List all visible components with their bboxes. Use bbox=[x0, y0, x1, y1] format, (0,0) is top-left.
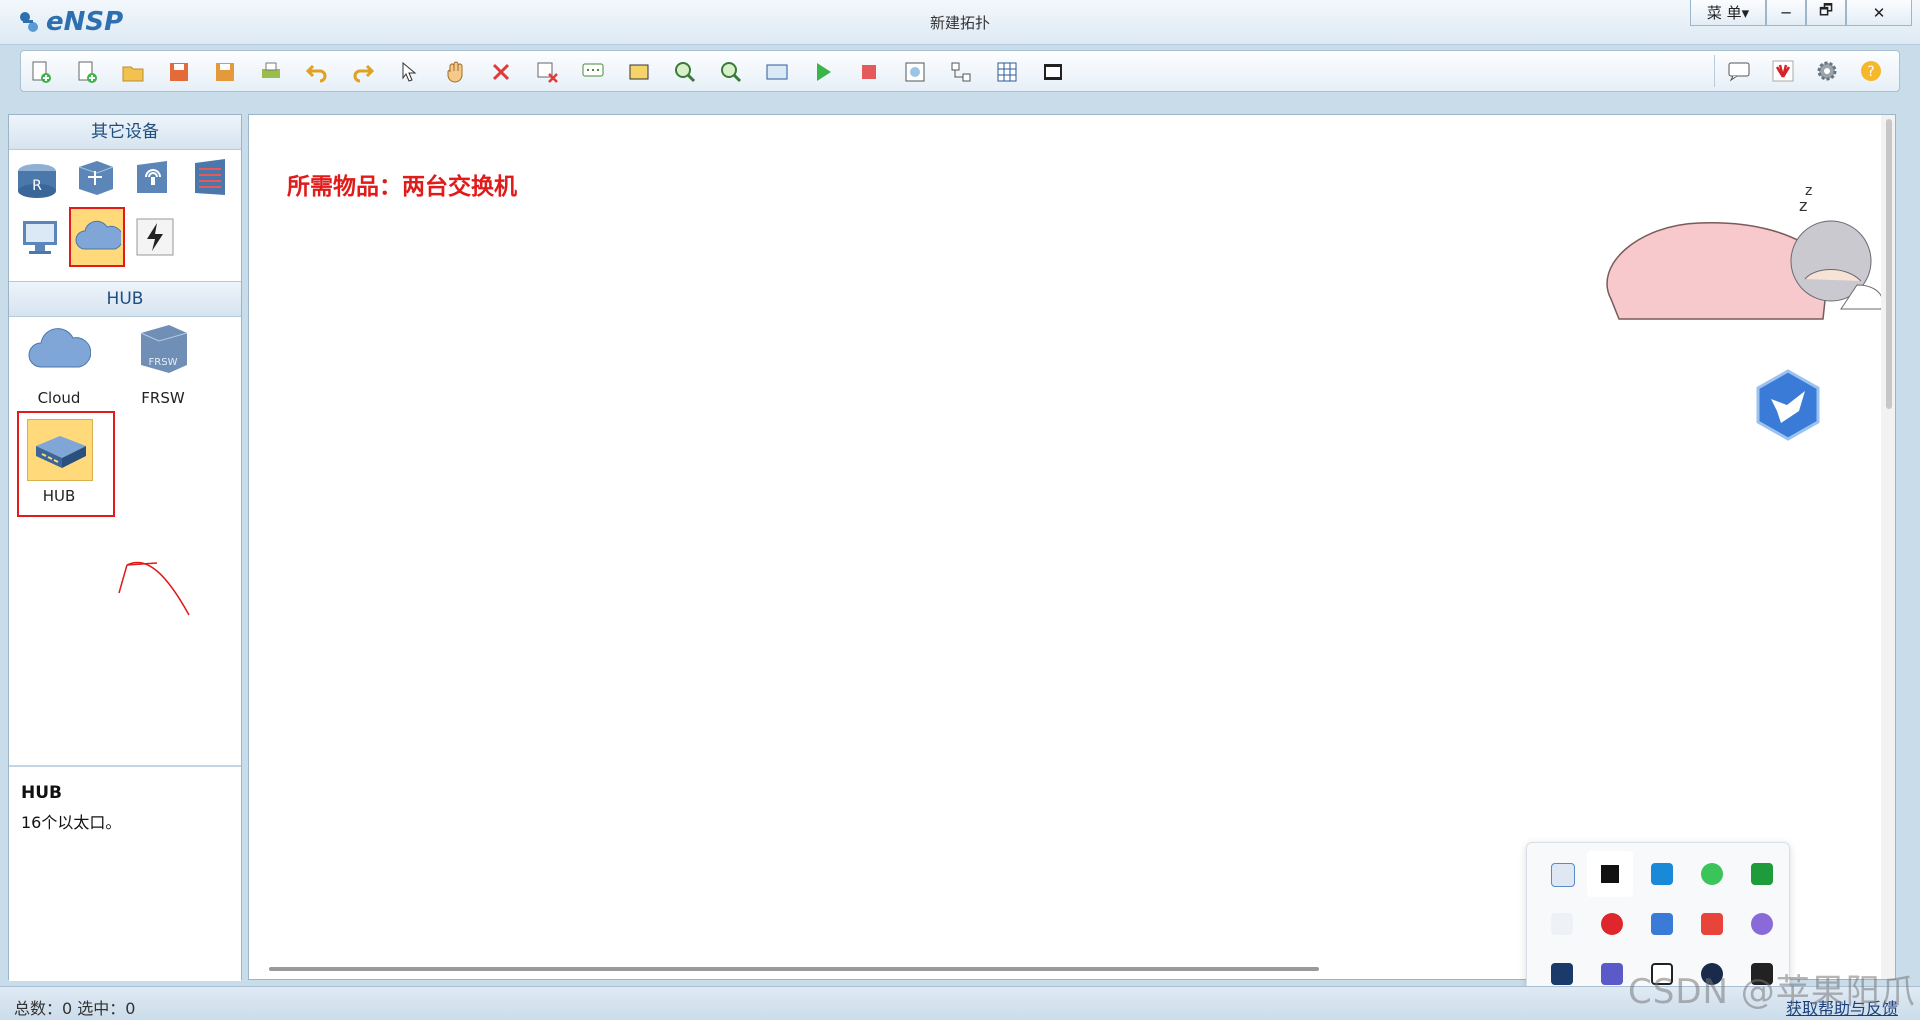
wireless-ap-icon[interactable] bbox=[131, 155, 175, 199]
new-lab-icon[interactable] bbox=[75, 60, 99, 84]
hub-device-button[interactable] bbox=[27, 419, 93, 481]
minimize-button[interactable]: ─ bbox=[1766, 0, 1806, 26]
stop-device-icon[interactable] bbox=[857, 60, 881, 84]
hand-move-icon[interactable] bbox=[443, 60, 467, 84]
tray-app-icon-1[interactable] bbox=[1551, 863, 1575, 887]
wechat-icon[interactable] bbox=[1701, 863, 1723, 885]
start-device-icon[interactable] bbox=[811, 60, 835, 84]
description-title: HUB bbox=[21, 783, 62, 803]
topology-icon[interactable] bbox=[949, 60, 973, 84]
redo-icon[interactable] bbox=[351, 60, 375, 84]
hand-drawn-arrow bbox=[118, 561, 190, 616]
toolbar-right-group: ? bbox=[1714, 55, 1895, 87]
device-description-panel: HUB 16个以太口。 bbox=[9, 765, 241, 981]
svg-text:?: ? bbox=[1867, 64, 1874, 80]
rectangle-icon[interactable] bbox=[627, 60, 651, 84]
device-label-hub: HUB bbox=[42, 487, 76, 505]
fit-view-icon[interactable] bbox=[765, 60, 789, 84]
svg-text:z: z bbox=[1805, 183, 1812, 199]
device-label-frsw: FRSW bbox=[141, 389, 185, 407]
menu-button[interactable]: 菜 单▾ bbox=[1690, 0, 1766, 26]
title-bar: eNSP 新建拓扑 菜 单▾ ─ 🗗 ✕ bbox=[0, 0, 1920, 45]
tray-app-icon-3[interactable] bbox=[1651, 863, 1673, 885]
netease-music-icon[interactable] bbox=[1601, 913, 1623, 935]
help-icon[interactable]: ? bbox=[1859, 59, 1883, 83]
watermark: CSDN @苹果阳爪 bbox=[1628, 972, 1916, 1012]
vertical-scroll-thumb[interactable] bbox=[1886, 119, 1892, 409]
xbox-icon[interactable] bbox=[1751, 863, 1773, 885]
auxiliary-device-icon[interactable] bbox=[135, 217, 175, 257]
capture-icon[interactable] bbox=[903, 60, 927, 84]
delete-icon[interactable] bbox=[489, 60, 513, 84]
cloud-category-button[interactable] bbox=[69, 207, 125, 267]
svg-text:R: R bbox=[32, 178, 42, 194]
router-icon[interactable]: R bbox=[15, 157, 59, 201]
delete-link-icon[interactable] bbox=[535, 60, 559, 84]
restore-button[interactable]: 🗗 bbox=[1806, 0, 1846, 26]
open-icon[interactable] bbox=[121, 60, 145, 84]
description-text: 16个以太口。 bbox=[21, 813, 122, 832]
screenshot-icon[interactable] bbox=[1041, 60, 1065, 84]
switch-icon[interactable] bbox=[73, 155, 117, 199]
settings-icon[interactable] bbox=[1815, 59, 1839, 83]
firewall-icon[interactable] bbox=[189, 155, 233, 199]
tray-app-icon-11[interactable] bbox=[1551, 963, 1573, 985]
bird-badge-icon bbox=[1756, 369, 1820, 441]
new-topology-icon[interactable] bbox=[29, 60, 53, 84]
zoom-in-icon[interactable] bbox=[673, 60, 697, 84]
print-icon[interactable] bbox=[259, 60, 283, 84]
tray-app-icon-2[interactable] bbox=[1587, 851, 1633, 897]
zoom-out-icon[interactable] bbox=[719, 60, 743, 84]
svg-text:FRSW: FRSW bbox=[149, 357, 178, 368]
close-button[interactable]: ✕ bbox=[1846, 0, 1912, 26]
grid-icon[interactable] bbox=[995, 60, 1019, 84]
vertical-scrollbar[interactable] bbox=[1881, 115, 1895, 979]
save-as-icon[interactable] bbox=[213, 60, 237, 84]
canvas-note: 所需物品：两台交换机 bbox=[287, 174, 517, 200]
undo-icon[interactable] bbox=[305, 60, 329, 84]
section-title-hub: HUB bbox=[9, 281, 241, 317]
main-toolbar: ? bbox=[20, 50, 1900, 92]
cloud-device-icon[interactable] bbox=[27, 325, 91, 375]
cloud-icon bbox=[75, 220, 121, 250]
chat-icon[interactable] bbox=[1727, 59, 1751, 83]
teams-icon[interactable] bbox=[1601, 963, 1623, 985]
sleeping-character-sticker: z z bbox=[1606, 183, 1883, 320]
tray-app-icon-8[interactable] bbox=[1651, 913, 1673, 935]
device-panel: 其它设备 R HUB Cloud FRSW FRSW HUB HUB 16个以太… bbox=[8, 114, 242, 981]
section-title-other-devices: 其它设备 bbox=[9, 115, 241, 150]
tray-app-icon-9[interactable] bbox=[1701, 913, 1723, 935]
pc-icon[interactable] bbox=[19, 215, 63, 259]
tray-app-icon-10[interactable] bbox=[1751, 913, 1773, 935]
select-pointer-icon[interactable] bbox=[397, 60, 421, 84]
huawei-icon[interactable] bbox=[1771, 59, 1795, 83]
device-label-cloud: Cloud bbox=[37, 389, 81, 407]
tray-app-icon-6[interactable] bbox=[1551, 913, 1573, 935]
hub-device-icon bbox=[36, 436, 86, 468]
status-counts: 总数：0 选中：0 bbox=[14, 999, 136, 1018]
text-note-icon[interactable] bbox=[581, 60, 605, 84]
save-icon[interactable] bbox=[167, 60, 191, 84]
horizontal-scrollbar[interactable] bbox=[269, 967, 1319, 971]
frsw-device-icon[interactable]: FRSW bbox=[135, 319, 193, 377]
window-title: 新建拓扑 bbox=[929, 14, 990, 32]
